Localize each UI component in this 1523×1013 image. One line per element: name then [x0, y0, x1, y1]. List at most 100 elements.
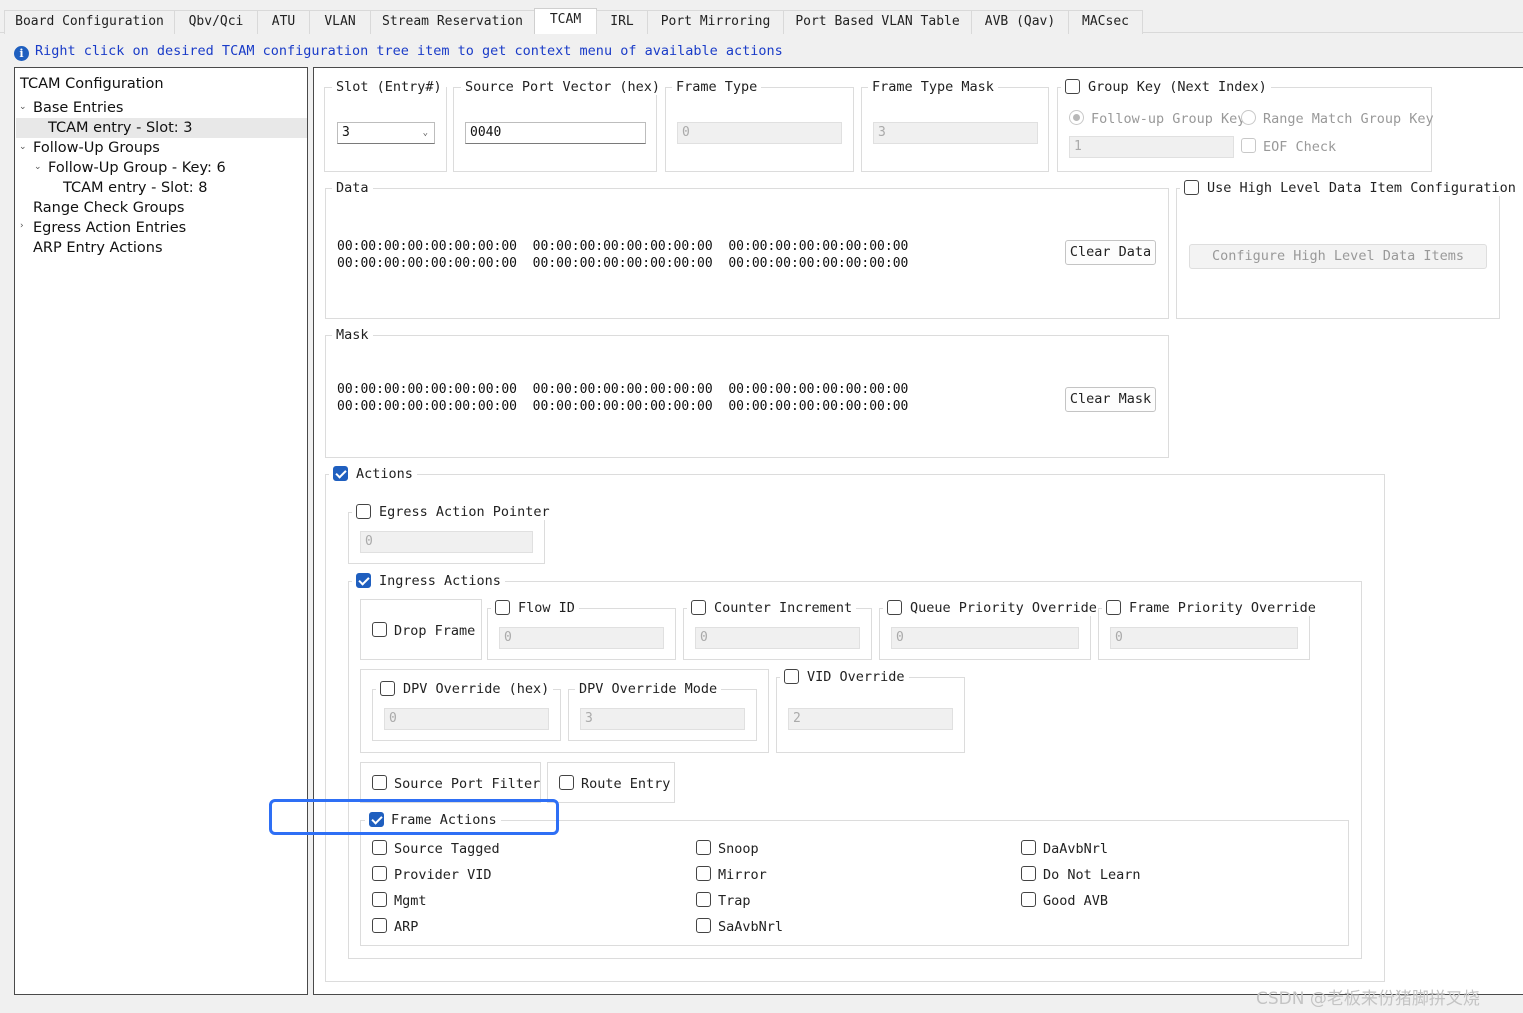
mask-bytes-line-1[interactable]: 00:00:00:00:00:00:00:00 00:00:00:00:00:0…	[337, 381, 908, 398]
dpv-override-mode-label: DPV Override Mode	[575, 681, 722, 697]
tab-qbv-qci[interactable]: Qbv/Qci	[174, 10, 258, 34]
egress-action-pointer-checkbox[interactable]	[356, 504, 371, 519]
slot-select[interactable]: 3 ⌄	[337, 122, 435, 144]
route-entry-label: Route Entry	[581, 776, 671, 792]
frame-type-mask-label: Frame Type Mask	[868, 79, 998, 95]
saavbnrl-checkbox[interactable]	[696, 918, 711, 933]
tab-avb-qav[interactable]: AVB (Qav)	[971, 10, 1069, 34]
source-port-vector-input[interactable]: 0040	[465, 122, 646, 144]
clear-mask-button[interactable]: Clear Mask	[1065, 387, 1156, 412]
tab-atu[interactable]: ATU	[257, 10, 310, 34]
range-match-group-key-radio[interactable]	[1241, 110, 1256, 125]
configure-high-level-data-items-button[interactable]: Configure High Level Data Items	[1189, 244, 1487, 269]
frame-type-input[interactable]: 0	[677, 122, 842, 144]
dpv-override-mode-input[interactable]: 3	[580, 708, 745, 730]
group-key-checkbox[interactable]	[1065, 79, 1080, 94]
mgmt-checkbox[interactable]	[372, 892, 387, 907]
flow-id-input[interactable]: 0	[499, 627, 664, 649]
clear-data-button[interactable]: Clear Data	[1065, 240, 1156, 265]
highlight-annotation-box	[269, 799, 559, 835]
source-port-vector-label: Source Port Vector (hex)	[461, 79, 665, 95]
tab-vlan[interactable]: VLAN	[309, 10, 371, 34]
frame-type-label: Frame Type	[672, 79, 762, 95]
tree-item-arp-entry-actions[interactable]: ARP Entry Actions	[33, 238, 163, 258]
source-port-filter-checkbox[interactable]	[372, 775, 387, 790]
daavbnrl-checkbox[interactable]	[1021, 840, 1036, 855]
dpv-override-input[interactable]: 0	[384, 708, 549, 730]
group-key-label: Group Key (Next Index)	[1061, 79, 1271, 95]
frame-priority-override-input[interactable]: 0	[1110, 627, 1298, 649]
info-icon: i	[14, 46, 29, 61]
tab-irl[interactable]: IRL	[596, 10, 648, 34]
queue-priority-override-label: Queue Priority Override	[883, 600, 1101, 616]
counter-increment-checkbox[interactable]	[691, 600, 706, 615]
actions-checkbox[interactable]	[333, 466, 348, 481]
tree-item-followup-groups[interactable]: Follow-Up Groups	[33, 138, 160, 158]
dpv-override-label: DPV Override (hex)	[376, 681, 554, 697]
tree-item-followup-entry-slot-8[interactable]: TCAM entry - Slot: 8	[63, 178, 207, 198]
flow-id-checkbox[interactable]	[495, 600, 510, 615]
egress-action-pointer-input[interactable]: 0	[360, 531, 533, 553]
high-level-data-label: Use High Level Data Item Configuration	[1180, 180, 1520, 196]
chevron-right-icon[interactable]: ›	[20, 221, 24, 231]
tree-root[interactable]: TCAM Configuration	[20, 74, 164, 94]
group-key-value-input[interactable]: 1	[1069, 136, 1234, 158]
vid-override-input[interactable]: 2	[788, 708, 953, 730]
counter-increment-label: Counter Increment	[687, 600, 857, 616]
tcam-configuration-tree[interactable]: TCAM Configuration ⌄ Base Entries TCAM e…	[14, 67, 308, 995]
data-bytes-line-2[interactable]: 00:00:00:00:00:00:00:00 00:00:00:00:00:0…	[337, 255, 908, 272]
tab-board-configuration[interactable]: Board Configuration	[4, 10, 175, 34]
source-tagged-checkbox[interactable]	[372, 840, 387, 855]
mirror-checkbox[interactable]	[696, 866, 711, 881]
group-key-group	[1057, 87, 1432, 172]
chevron-down-icon[interactable]: ⌄	[34, 162, 42, 172]
use-high-level-data-checkbox[interactable]	[1184, 180, 1199, 195]
tree-item-followup-group-key-6[interactable]: Follow-Up Group - Key: 6	[48, 158, 226, 178]
chevron-down-icon[interactable]: ⌄	[19, 102, 27, 112]
tree-item-egress-action-entries[interactable]: Egress Action Entries	[33, 218, 186, 238]
data-label: Data	[332, 180, 373, 196]
drop-frame-checkbox[interactable]	[372, 622, 387, 637]
tree-item-base-entries[interactable]: Base Entries	[33, 98, 123, 118]
mask-bytes-line-2[interactable]: 00:00:00:00:00:00:00:00 00:00:00:00:00:0…	[337, 398, 908, 415]
trap-checkbox[interactable]	[696, 892, 711, 907]
followup-group-key-label: Follow-up Group Key	[1091, 111, 1246, 127]
tree-item-base-entry-slot-3[interactable]: TCAM entry - Slot: 3	[48, 118, 192, 138]
followup-group-key-radio[interactable]	[1069, 110, 1084, 125]
csdn-watermark: CSDN @老板来份猪脚拼叉烧	[1256, 989, 1480, 1009]
tab-macsec[interactable]: MACsec	[1068, 10, 1143, 34]
mirror-label: Mirror	[718, 867, 767, 883]
tree-item-range-check-groups[interactable]: Range Check Groups	[33, 198, 184, 218]
frame-priority-override-checkbox[interactable]	[1106, 600, 1121, 615]
route-entry-checkbox[interactable]	[559, 775, 574, 790]
frame-type-mask-input[interactable]: 3	[873, 122, 1038, 144]
good-avb-checkbox[interactable]	[1021, 892, 1036, 907]
do-not-learn-label: Do Not Learn	[1043, 867, 1141, 883]
saavbnrl-label: SaAvbNrl	[718, 919, 784, 935]
queue-priority-override-checkbox[interactable]	[887, 600, 902, 615]
ingress-actions-checkbox[interactable]	[356, 573, 371, 588]
provider-vid-checkbox[interactable]	[372, 866, 387, 881]
dpv-override-checkbox[interactable]	[380, 681, 395, 696]
slot-value: 3	[342, 125, 350, 140]
info-text: Right click on desired TCAM configuratio…	[35, 43, 783, 59]
provider-vid-label: Provider VID	[394, 867, 492, 883]
arp-label: ARP	[394, 919, 419, 935]
snoop-checkbox[interactable]	[696, 840, 711, 855]
vid-override-checkbox[interactable]	[784, 669, 799, 684]
tab-stream-reservation[interactable]: Stream Reservation	[370, 10, 535, 34]
eof-check-checkbox[interactable]	[1241, 138, 1256, 153]
source-port-filter-label: Source Port Filter	[394, 776, 541, 792]
ingress-actions-label: Ingress Actions	[352, 573, 505, 589]
tab-tcam[interactable]: TCAM	[534, 8, 597, 34]
queue-priority-override-input[interactable]: 0	[891, 627, 1079, 649]
data-bytes-line-1[interactable]: 00:00:00:00:00:00:00:00 00:00:00:00:00:0…	[337, 238, 908, 255]
drop-frame-label: Drop Frame	[394, 623, 476, 639]
daavbnrl-label: DaAvbNrl	[1043, 841, 1109, 857]
tab-port-based-vlan-table[interactable]: Port Based VLAN Table	[783, 10, 972, 34]
tab-port-mirroring[interactable]: Port Mirroring	[647, 10, 784, 34]
counter-increment-input[interactable]: 0	[695, 627, 860, 649]
chevron-down-icon[interactable]: ⌄	[19, 142, 27, 152]
arp-checkbox[interactable]	[372, 918, 387, 933]
do-not-learn-checkbox[interactable]	[1021, 866, 1036, 881]
